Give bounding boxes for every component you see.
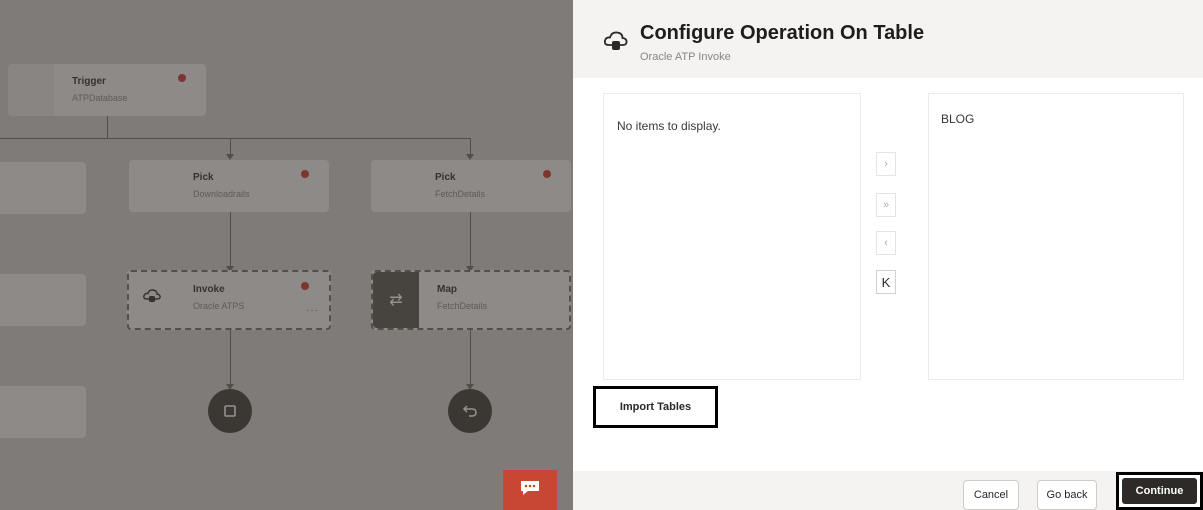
move-selected-button[interactable]: › <box>876 152 896 176</box>
trigger-node[interactable]: Trigger ATPDatabase <box>8 64 206 116</box>
chat-button[interactable] <box>503 470 557 510</box>
connector <box>230 212 231 268</box>
error-indicator-icon <box>543 170 551 178</box>
selected-tables-list[interactable]: BLOG <box>928 93 1184 380</box>
continue-button-highlight: Continue <box>1116 472 1203 510</box>
trigger-icon-box <box>8 64 54 116</box>
node-title: Map <box>437 284 457 295</box>
node-subtitle: ATPDatabase <box>72 93 128 103</box>
node-title: Pick <box>193 172 214 183</box>
node-subtitle: FetchDetails <box>437 301 488 311</box>
partial-node[interactable] <box>0 274 86 326</box>
partial-node[interactable] <box>0 162 86 214</box>
error-indicator-icon <box>178 74 186 82</box>
panel-header: Configure Operation On Table Oracle ATP … <box>573 0 1203 78</box>
panel-title: Configure Operation On Table <box>640 22 925 44</box>
connector <box>470 328 471 386</box>
available-tables-list[interactable]: No items to display. <box>603 93 861 380</box>
error-indicator-icon <box>301 170 309 178</box>
cloud-database-icon <box>143 288 161 309</box>
empty-list-message: No items to display. <box>617 119 721 133</box>
node-title: Invoke <box>193 284 225 295</box>
node-subtitle: Downloadrails <box>193 189 250 199</box>
import-tables-button[interactable]: Import Tables <box>593 386 718 428</box>
cloud-database-icon <box>603 30 631 54</box>
pick-node[interactable]: Pick Downloadrails <box>129 160 329 212</box>
go-back-button[interactable]: Go back <box>1037 480 1097 510</box>
configure-panel: Configure Operation On Table Oracle ATP … <box>573 0 1203 510</box>
return-icon[interactable] <box>448 389 492 433</box>
connector <box>470 212 471 268</box>
chat-icon <box>519 479 541 502</box>
panel-subtitle: Oracle ATP Invoke <box>640 51 731 63</box>
partial-node[interactable] <box>0 386 86 438</box>
more-options-icon[interactable]: ··· <box>306 305 319 316</box>
node-title: Pick <box>435 172 456 183</box>
error-indicator-icon <box>301 282 309 290</box>
map-node[interactable]: ⇄ Map FetchDetails <box>371 270 571 330</box>
panel-footer: Cancel Go back Continue <box>573 471 1203 510</box>
list-item[interactable]: BLOG <box>941 112 974 126</box>
connector <box>230 328 231 386</box>
continue-button[interactable]: Continue <box>1122 478 1197 504</box>
remove-all-button[interactable]: K <box>876 270 896 294</box>
map-icon: ⇄ <box>373 272 419 328</box>
move-all-button[interactable]: » <box>876 193 896 217</box>
node-subtitle: Oracle ATPS <box>193 301 245 311</box>
node-title: Trigger <box>72 76 106 87</box>
integration-canvas[interactable]: Trigger ATPDatabase Pick Downloadrails P… <box>0 0 573 510</box>
remove-selected-button[interactable]: ‹ <box>876 231 896 255</box>
connector <box>0 138 470 139</box>
screen: Trigger ATPDatabase Pick Downloadrails P… <box>0 0 1203 510</box>
node-subtitle: FetchDetails <box>435 189 486 199</box>
stop-end-icon[interactable] <box>208 389 252 433</box>
invoke-node[interactable]: Invoke Oracle ATPS ··· <box>127 270 331 330</box>
cancel-button[interactable]: Cancel <box>963 480 1019 510</box>
pick-node[interactable]: Pick FetchDetails <box>371 160 571 212</box>
connector <box>107 116 108 138</box>
